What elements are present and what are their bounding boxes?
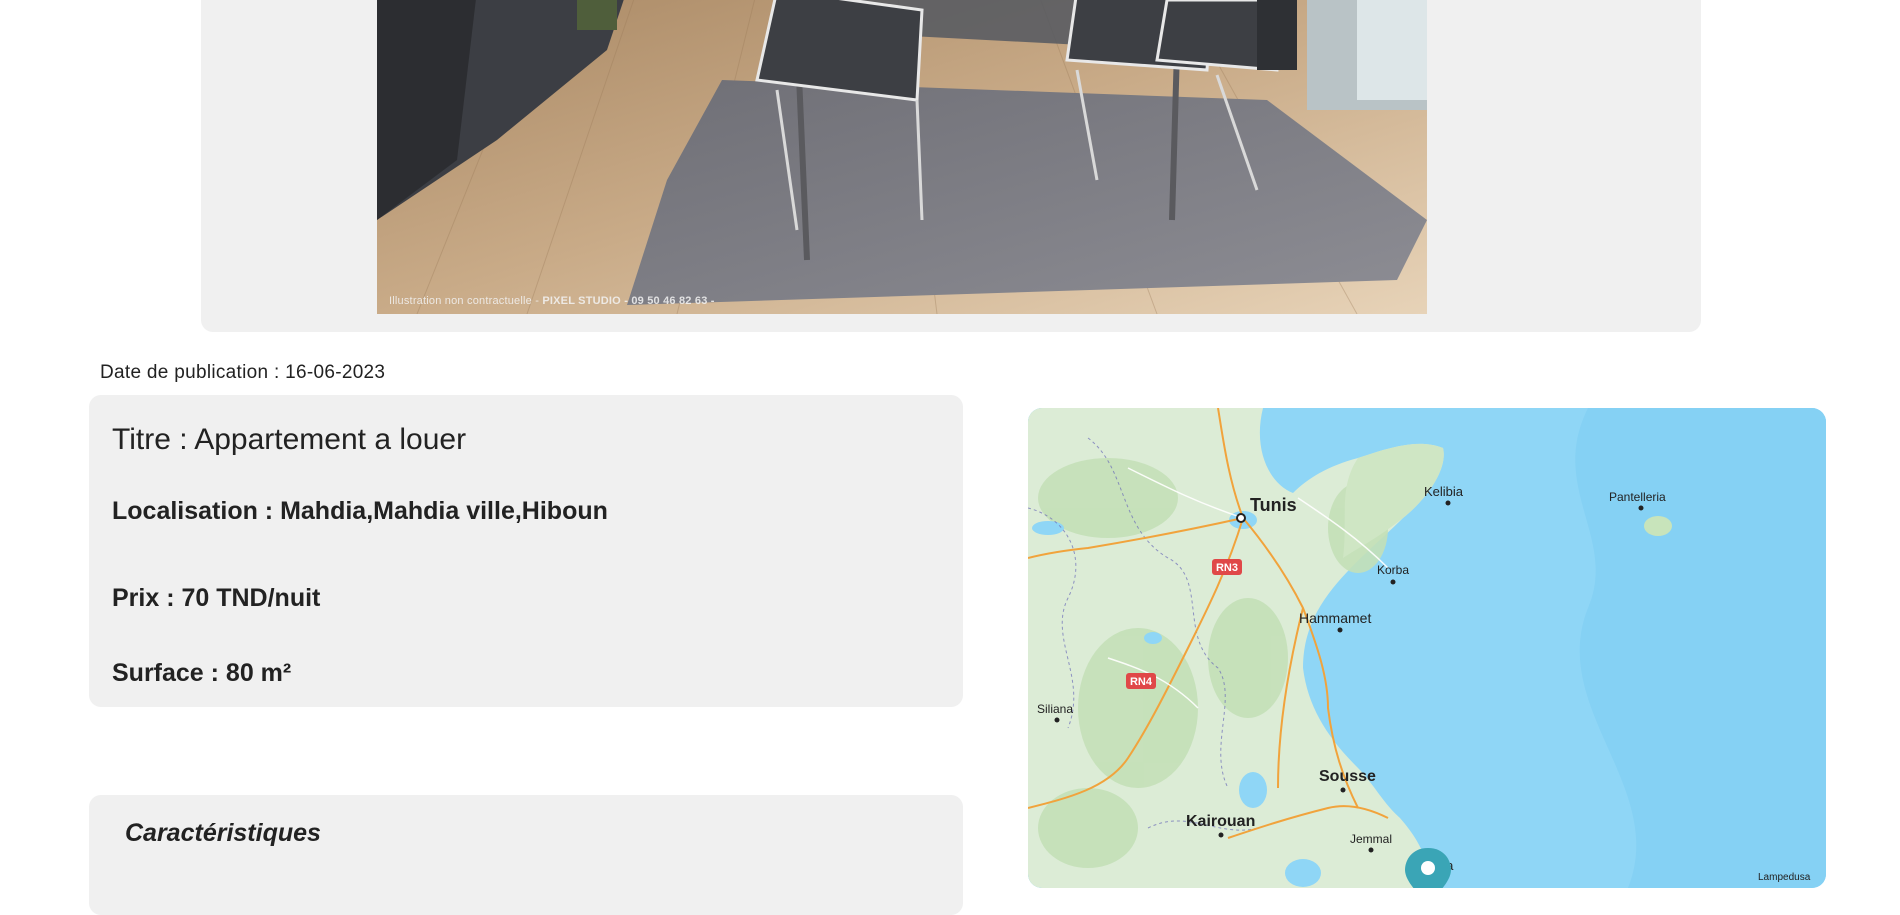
listing-location: Localisation : Mahdia,Mahdia ville,Hibou… (112, 497, 608, 525)
photo-watermark: Illustration non contractuelle - PIXEL S… (389, 295, 715, 307)
city-kairouan: Kairouan (1186, 813, 1255, 830)
listing-photo[interactable]: Illustration non contractuelle - PIXEL S… (377, 0, 1427, 314)
map-canvas[interactable]: RN3 RN4 Tunis Kelibia Pantelleria Korba … (1028, 408, 1826, 888)
dining-room-image (377, 0, 1427, 314)
location-marker[interactable] (1405, 848, 1451, 888)
image-gallery: Illustration non contractuelle - PIXEL S… (201, 0, 1701, 332)
city-kelibia: Kelibia (1424, 484, 1464, 499)
city-pantelleria: Pantelleria (1609, 490, 1666, 504)
city-jemmal: Jemmal (1350, 832, 1392, 846)
svg-text:RN4: RN4 (1130, 676, 1153, 688)
city-sousse: Sousse (1319, 768, 1376, 785)
listing-price: Prix : 70 TND/nuit (112, 584, 321, 612)
location-map[interactable]: RN3 RN4 Tunis Kelibia Pantelleria Korba … (1028, 408, 1826, 888)
svg-text:RN3: RN3 (1216, 562, 1238, 574)
road-badge-rn3: RN3 (1212, 559, 1242, 575)
publication-date: Date de publication : 16-06-2023 (100, 362, 386, 383)
characteristics-card: Caractéristiques (89, 795, 963, 915)
characteristics-heading: Caractéristiques (125, 819, 321, 847)
city-korba: Korba (1377, 563, 1409, 577)
listing-title: Titre : Appartement a louer (112, 423, 467, 456)
city-siliana: Siliana (1037, 702, 1073, 716)
road-badge-rn4: RN4 (1126, 673, 1156, 689)
city-lampedusa: Lampedusa (1758, 872, 1811, 883)
listing-info-card: Titre : Appartement a louer Localisation… (89, 395, 963, 707)
listing-surface: Surface : 80 m² (112, 659, 292, 687)
city-hammamet: Hammamet (1299, 610, 1371, 626)
city-tunis: Tunis (1250, 495, 1297, 515)
